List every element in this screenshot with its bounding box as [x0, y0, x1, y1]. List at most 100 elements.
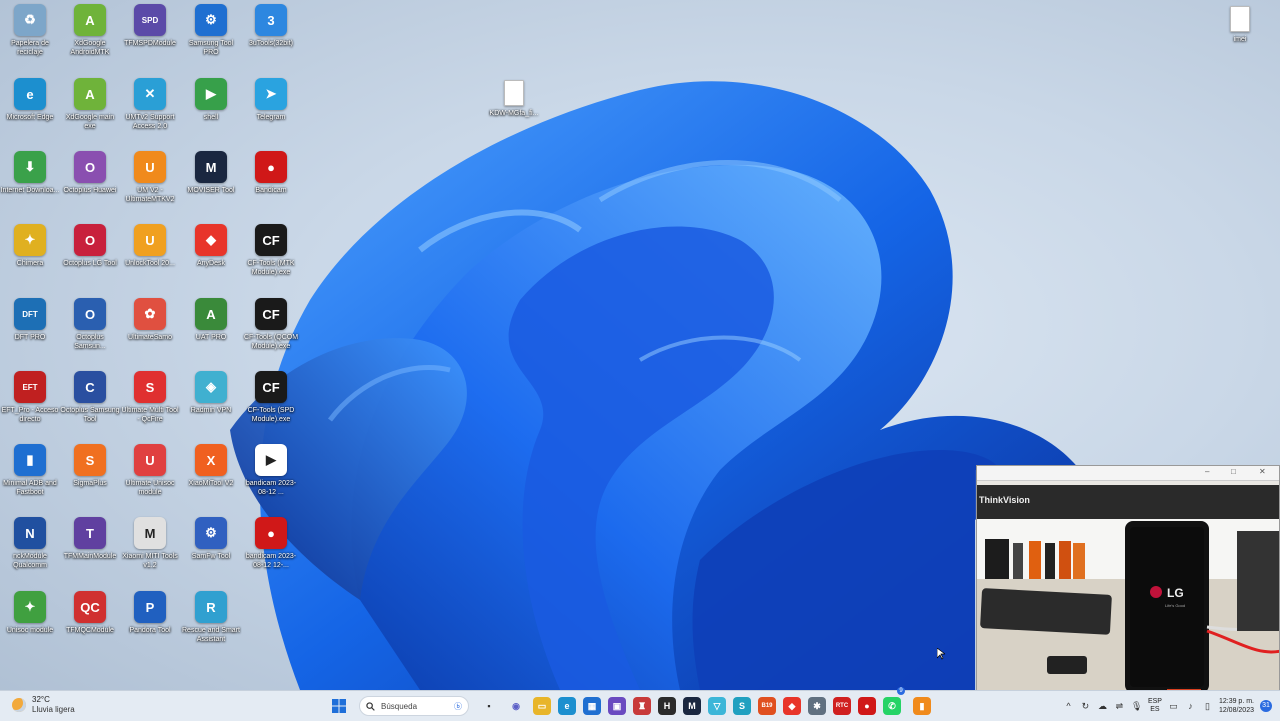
- desktop-icon[interactable]: X XiaoMiTool V2: [181, 444, 241, 488]
- desktop-file-imei-label: imei: [1233, 36, 1247, 43]
- taskbar-app-app-red[interactable]: ♜: [633, 697, 651, 715]
- desktop-icon[interactable]: A XdGoogle AndroidMTK: [60, 4, 120, 57]
- maximize-icon[interactable]: □: [1231, 467, 1236, 476]
- desktop-icon[interactable]: ● Bandicam: [241, 151, 301, 195]
- taskbar-app-bandicam[interactable]: ●: [858, 697, 876, 715]
- taskbar-app-edge[interactable]: e: [558, 697, 576, 715]
- taskbar-app-store[interactable]: ▦: [583, 697, 601, 715]
- desktop-icon[interactable]: e Microsoft Edge: [0, 78, 60, 122]
- desktop-icon[interactable]: S Ultimate Multi Tool - QcFire: [120, 371, 180, 424]
- desktop-icon[interactable]: NnckModule Qualcomm: [0, 517, 60, 570]
- desktop-icon[interactable]: M MOVISER Tool: [181, 151, 241, 195]
- close-icon[interactable]: ✕: [1259, 467, 1266, 476]
- battery-icon[interactable]: ▯: [1202, 701, 1213, 712]
- desktop-icon[interactable]: ⚙ Samsung Tool PRO: [181, 4, 241, 57]
- desktop-icon[interactable]: C Octoplus Samsung Tool: [60, 371, 120, 424]
- desktop-icon[interactable]: ▮ Minimal ADB and Fastboot: [0, 444, 60, 497]
- desktop-icon[interactable]: ♻ Papelera de reciclaje: [0, 4, 60, 57]
- desktop-icon[interactable]: U UM V2 - UltimateMTKV2: [120, 151, 180, 204]
- desktop-icon[interactable]: R Rescue and Smart Assistant: [181, 591, 241, 644]
- desktop-icon-label: shell: [203, 114, 219, 121]
- desktop-icon-label: SigmaPlus: [73, 480, 107, 487]
- lang-bottom: ES: [1150, 706, 1160, 713]
- app-icon: SPD: [134, 4, 166, 36]
- desktop-icon[interactable]: ➤ Telegram: [241, 78, 301, 122]
- taskbar-app-app-misc[interactable]: ✱: [808, 697, 826, 715]
- sync-icon[interactable]: ↻: [1080, 701, 1091, 712]
- desktop-icon[interactable]: ⚙ SamFw Tool: [181, 517, 241, 561]
- desktop-icon[interactable]: ✦ Unisoc module: [0, 591, 60, 635]
- camera-feed: LG Life's Good ThinkVision: [977, 481, 1279, 694]
- desktop-icon[interactable]: DFT DFT PRO: [0, 298, 60, 342]
- desktop-icon[interactable]: CF CF-Tools (MTK Module).exe: [241, 224, 301, 277]
- desktop-icon[interactable]: A UAT PRO: [181, 298, 241, 342]
- desktop-icon-label: Ultimate Unisoc module: [125, 480, 175, 496]
- desktop-icon[interactable]: U Ultimate Unisoc module: [120, 444, 180, 497]
- notification-badge[interactable]: 31: [1260, 700, 1272, 712]
- desktop-icon[interactable]: ▶ shell: [181, 78, 241, 122]
- taskbar-app-app-b19[interactable]: B19: [758, 697, 776, 715]
- desktop-icon[interactable]: S SigmaPlus: [60, 444, 120, 488]
- task-view-button[interactable]: ▪: [478, 695, 500, 717]
- desktop-icon[interactable]: CF CF-Tools (QCOM Module).exe: [241, 298, 301, 351]
- start-button[interactable]: [328, 695, 350, 717]
- clock[interactable]: 12:39 p. m. 12/08/2023: [1219, 697, 1254, 715]
- desktop-icon[interactable]: SPD TFMSPDModule: [120, 4, 180, 48]
- desktop-icon[interactable]: P Pandora Tool: [120, 591, 180, 635]
- desktop-icon[interactable]: O Octoplus Huawei: [60, 151, 120, 195]
- desktop-icon[interactable]: ◆ AnyDesk: [181, 224, 241, 268]
- desktop-icon[interactable]: ▶ bandicam 2023-08-12 ...: [241, 444, 301, 497]
- desktop-file-imei[interactable]: imei: [1210, 6, 1270, 44]
- taskbar-app-app-purple[interactable]: ▣: [608, 697, 626, 715]
- chat-button[interactable]: ◉: [505, 695, 527, 717]
- taskbar-app-app-h[interactable]: H: [658, 697, 676, 715]
- desktop-icon[interactable]: ◈ Radmin VPN: [181, 371, 241, 415]
- desktop-icon[interactable]: EFT EFT_Pro - Acceso directo: [0, 371, 60, 424]
- usb-icon[interactable]: ⇌: [1114, 701, 1125, 712]
- desktop-icon[interactable]: ● bandicam 2023-08-12 12-...: [241, 517, 301, 570]
- chevron-up-icon[interactable]: ^: [1063, 701, 1074, 712]
- desktop-icon[interactable]: ✿ UltimateSamo: [120, 298, 180, 342]
- minimize-icon[interactable]: –: [1205, 467, 1209, 476]
- desktop-icon[interactable]: O Octoplus LG Tool: [60, 224, 120, 268]
- desktop-icon[interactable]: ✦ Chimera: [0, 224, 60, 268]
- desktop-icon[interactable]: QC TFMQCModule: [60, 591, 120, 635]
- desktop-icon[interactable]: CF CF-Tools (SPD Module).exe: [241, 371, 301, 424]
- taskbar-app-app-orange[interactable]: ▮: [913, 697, 931, 715]
- desktop-icon-label: UM V2 - UltimateMTKV2: [125, 187, 175, 203]
- microphone-icon[interactable]: 🎙︎: [1131, 701, 1142, 712]
- taskbar-search[interactable]: Búsqueda ⓑ: [359, 696, 469, 716]
- taskbar-app-app-s[interactable]: S: [733, 697, 751, 715]
- app-icon: 3: [255, 4, 287, 36]
- file-icon: [1230, 6, 1250, 32]
- desktop-icon[interactable]: U UnlockTool 20...: [120, 224, 180, 268]
- app-icon: A: [74, 4, 106, 36]
- desktop-icon[interactable]: ⬇ Internet Downloa...: [0, 151, 60, 195]
- camera-preview-window[interactable]: – □ ✕ LG Life's Good ThinkVision: [976, 465, 1280, 695]
- weather-widget[interactable]: 32°C Lluvia ligera: [12, 695, 75, 715]
- desktop-icon[interactable]: 3 3uTools(32bit): [241, 4, 301, 48]
- desktop-icon-label: Internet Downloa...: [0, 187, 60, 194]
- app-icon: S: [134, 371, 166, 403]
- system-tray: ^ ↻ ☁ ⇌ 🎙︎ ESP ES ▭ ♪ ▯ 12:39 p. m. 12/0…: [1063, 694, 1272, 718]
- app-icon: ✿: [134, 298, 166, 330]
- desktop-icon[interactable]: T TFMMainModule: [60, 517, 120, 561]
- taskbar-app-whatsapp[interactable]: ✆: [883, 697, 901, 715]
- desktop-icon[interactable]: ✕ UMTv2 Support Access 2.0: [120, 78, 180, 131]
- language-indicator[interactable]: ESP ES: [1148, 698, 1162, 714]
- taskbar-app-vpn[interactable]: ▽: [708, 697, 726, 715]
- desktop-icon[interactable]: A XdGoogle main exe: [60, 78, 120, 131]
- taskbar-app-anydesk[interactable]: ◆: [783, 697, 801, 715]
- desktop-icon[interactable]: O Octoplus Samsun...: [60, 298, 120, 351]
- taskbar-app-app-m[interactable]: M: [683, 697, 701, 715]
- cloud-icon[interactable]: ☁: [1097, 701, 1108, 712]
- camera-titlebar[interactable]: – □ ✕: [977, 466, 1279, 481]
- volume-icon[interactable]: ♪: [1185, 701, 1196, 712]
- taskbar-app-file-explorer[interactable]: ▭: [533, 697, 551, 715]
- desktop-icon[interactable]: M Xiaomi MITI Tools v1.2: [120, 517, 180, 570]
- taskbar-app-rtc-tool[interactable]: RTC: [833, 697, 851, 715]
- whatsapp-badge: 9: [897, 687, 905, 695]
- desktop-file-center[interactable]: KDW-MGfa_fi...: [484, 80, 544, 118]
- network-icon[interactable]: ▭: [1168, 701, 1179, 712]
- weather-desc: Lluvia ligera: [32, 705, 75, 714]
